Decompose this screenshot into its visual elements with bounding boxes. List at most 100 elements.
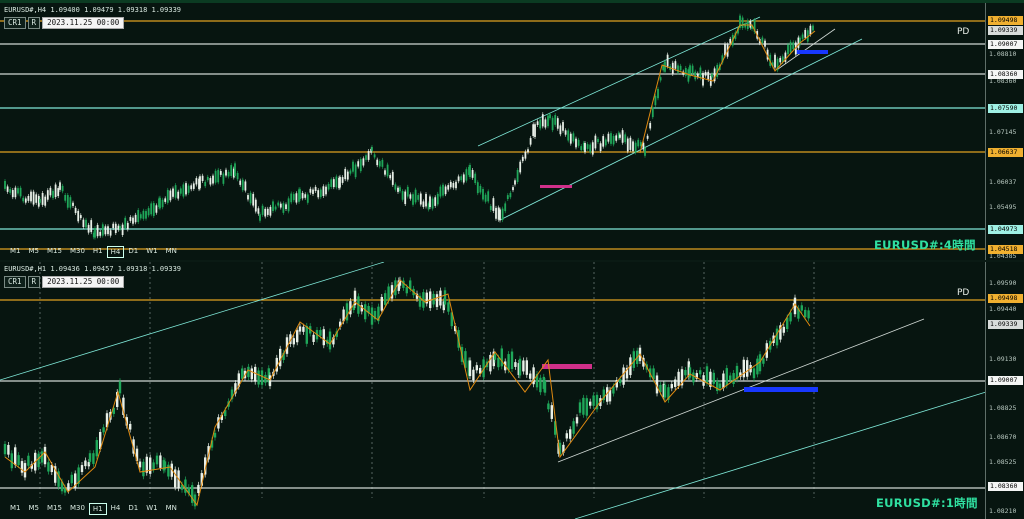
candle-body bbox=[529, 373, 532, 379]
candle-body bbox=[155, 205, 158, 213]
r-button[interactable]: R bbox=[27, 17, 41, 29]
timeframe-m5[interactable]: M5 bbox=[25, 246, 44, 258]
candle-body bbox=[201, 175, 204, 181]
candle-body bbox=[522, 360, 525, 372]
candle-body bbox=[365, 155, 367, 160]
candle-body bbox=[129, 217, 132, 221]
candle-body bbox=[222, 173, 225, 184]
cr1-button[interactable]: CR1 bbox=[4, 276, 26, 288]
timeframe-mn[interactable]: MN bbox=[162, 503, 181, 515]
candle-body bbox=[492, 198, 495, 211]
candle-body bbox=[204, 181, 207, 187]
timeframe-m1[interactable]: M1 bbox=[6, 503, 25, 515]
candle-body bbox=[57, 188, 60, 197]
r-button[interactable]: R bbox=[27, 276, 41, 288]
datetime-field[interactable]: 2023.11.25 00:00 bbox=[42, 276, 125, 288]
candle-body bbox=[679, 65, 682, 71]
chart-pane-h1[interactable]: EURUSD#,H1 1.09436 1.09457 1.09318 1.093… bbox=[0, 262, 1024, 519]
candle-body bbox=[227, 171, 230, 177]
timeframe-w1[interactable]: W1 bbox=[142, 246, 161, 258]
candle-body bbox=[9, 189, 12, 193]
chart-canvas-h1[interactable] bbox=[0, 262, 1024, 519]
candle-body bbox=[487, 191, 490, 202]
candle-body bbox=[239, 180, 242, 185]
candle-body bbox=[677, 371, 680, 386]
candle-body bbox=[269, 206, 272, 216]
candle-body bbox=[30, 191, 32, 202]
candle-body bbox=[699, 370, 702, 375]
candle-body bbox=[43, 446, 47, 465]
candle-body bbox=[584, 142, 586, 153]
candle-body bbox=[551, 117, 554, 131]
candle-body bbox=[44, 196, 47, 206]
timeframe-mn[interactable]: MN bbox=[162, 246, 181, 258]
cr1-button[interactable]: CR1 bbox=[4, 17, 26, 29]
price-tick: 1.09590 bbox=[989, 279, 1017, 287]
candle-body bbox=[346, 171, 349, 180]
candle-body bbox=[460, 176, 463, 181]
chart-pane-h4[interactable]: EURUSD#,H4 1.09400 1.09479 1.09318 1.093… bbox=[0, 3, 1024, 260]
price-level-label: 1.08360 bbox=[988, 70, 1023, 79]
candle-body bbox=[504, 203, 507, 212]
candle-body bbox=[572, 421, 575, 434]
candle-body bbox=[92, 453, 95, 464]
timeframe-m5[interactable]: M5 bbox=[25, 503, 44, 515]
candle-body bbox=[261, 205, 264, 215]
candle-body bbox=[621, 130, 624, 143]
candle-body bbox=[282, 203, 285, 213]
datetime-field[interactable]: 2023.11.25 00:00 bbox=[42, 17, 125, 29]
chart-header-h1: EURUSD#,H1 1.09436 1.09457 1.09318 1.093… bbox=[4, 265, 182, 273]
candle-body bbox=[482, 189, 484, 200]
candle-body bbox=[259, 214, 261, 221]
timeframe-m15[interactable]: M15 bbox=[43, 503, 66, 515]
price-tick: 1.06037 bbox=[989, 178, 1017, 186]
timeframe-h1[interactable]: H1 bbox=[88, 503, 107, 515]
candle-body bbox=[104, 226, 107, 235]
candle-body bbox=[688, 367, 692, 378]
timeframe-m30[interactable]: M30 bbox=[66, 246, 89, 258]
timeframe-m15[interactable]: M15 bbox=[43, 246, 66, 258]
chart-canvas-h4[interactable] bbox=[0, 3, 1024, 260]
candle-body bbox=[364, 304, 367, 320]
timeframe-h1[interactable]: H1 bbox=[89, 246, 107, 258]
timeframe-h4[interactable]: H4 bbox=[107, 503, 125, 515]
candle-body bbox=[145, 211, 147, 219]
candle-body bbox=[23, 463, 27, 478]
timeframe-m1[interactable]: M1 bbox=[6, 246, 25, 258]
candle-body bbox=[544, 119, 547, 128]
candle-body bbox=[84, 460, 87, 467]
timeframe-d1[interactable]: D1 bbox=[124, 246, 142, 258]
timeframe-m30[interactable]: M30 bbox=[66, 503, 89, 515]
timeframe-d1[interactable]: D1 bbox=[124, 503, 142, 515]
candle-body bbox=[344, 168, 347, 180]
candle-body bbox=[436, 193, 439, 205]
timeframe-h4[interactable]: H4 bbox=[106, 246, 125, 258]
candle-body bbox=[497, 357, 500, 368]
timeframe-w1[interactable]: W1 bbox=[142, 503, 161, 515]
candle-body bbox=[241, 179, 244, 191]
candle-body bbox=[52, 190, 54, 198]
candle-body bbox=[37, 453, 40, 468]
candle-body bbox=[801, 34, 804, 39]
candle-body bbox=[339, 176, 341, 188]
candle-body bbox=[252, 193, 255, 206]
candle-body bbox=[694, 71, 697, 80]
candle-body bbox=[119, 226, 121, 230]
candle-body bbox=[632, 351, 635, 368]
candle-body bbox=[742, 359, 745, 378]
candle-body bbox=[626, 138, 629, 152]
candle-body bbox=[577, 139, 580, 146]
candle-body bbox=[447, 185, 450, 190]
price-tick: 1.07145 bbox=[989, 128, 1017, 136]
candle-body bbox=[101, 224, 104, 236]
candle-body bbox=[217, 169, 220, 183]
candle-body bbox=[234, 163, 236, 176]
candle-body bbox=[332, 179, 335, 188]
chart-title-label: EURUSD#:1時間 bbox=[876, 496, 978, 510]
candle-body bbox=[670, 384, 673, 389]
candle-body bbox=[322, 186, 325, 197]
candle-body bbox=[39, 199, 41, 203]
price-level-label: 1.09007 bbox=[988, 40, 1023, 49]
candle-body bbox=[435, 294, 439, 307]
candle-body bbox=[187, 185, 190, 193]
